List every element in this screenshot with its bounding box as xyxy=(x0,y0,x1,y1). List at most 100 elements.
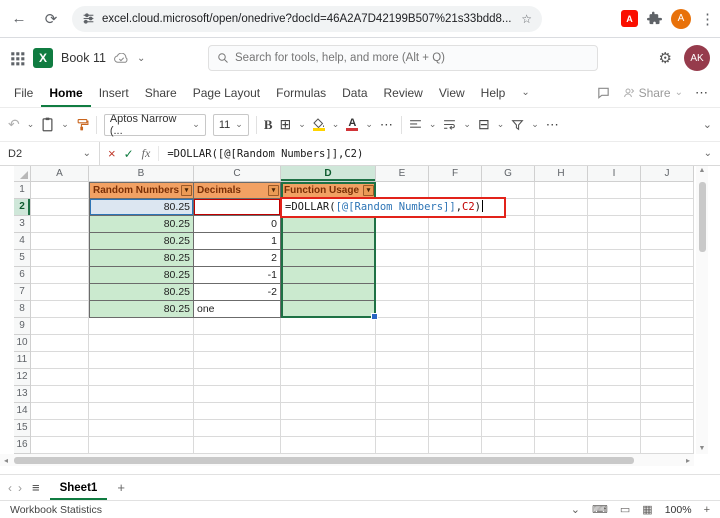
cell-A16[interactable] xyxy=(31,437,89,454)
cell-C9[interactable] xyxy=(194,318,281,335)
cell-D13[interactable] xyxy=(281,386,376,403)
app-launcher-waffle-icon[interactable] xyxy=(10,51,25,66)
cell-E16[interactable] xyxy=(376,437,429,454)
status-options-caret-icon[interactable]: ⌄ xyxy=(571,503,580,516)
scroll-right-icon[interactable]: ▸ xyxy=(686,456,690,465)
cell-A9[interactable] xyxy=(31,318,89,335)
cell-D5[interactable] xyxy=(281,250,376,267)
cell-F14[interactable] xyxy=(429,403,482,420)
horizontal-scroll-thumb[interactable] xyxy=(14,456,635,464)
cell-J10[interactable] xyxy=(641,335,694,352)
scroll-left-icon[interactable]: ◂ xyxy=(4,456,8,465)
wrap-caret-icon[interactable]: ⌄ xyxy=(463,119,471,130)
cell-J4[interactable] xyxy=(641,233,694,250)
cell-I5[interactable] xyxy=(588,250,641,267)
cell-B10[interactable] xyxy=(89,335,194,352)
fill-handle[interactable] xyxy=(371,313,378,320)
cell-C1[interactable]: Decimals ▾ xyxy=(194,182,281,199)
scroll-up-icon[interactable]: ▲ xyxy=(699,166,706,176)
row-header-14[interactable]: 14 xyxy=(14,403,31,420)
cell-J7[interactable] xyxy=(641,284,694,301)
select-all-corner[interactable] xyxy=(14,166,31,182)
cell-G15[interactable] xyxy=(482,420,535,437)
cell-G7[interactable] xyxy=(482,284,535,301)
cell-J12[interactable] xyxy=(641,369,694,386)
cell-C13[interactable] xyxy=(194,386,281,403)
menu-formulas[interactable]: Formulas xyxy=(268,78,334,107)
cell-A6[interactable] xyxy=(31,267,89,284)
cell-G3[interactable] xyxy=(482,216,535,233)
cell-B8[interactable]: 80.25 xyxy=(89,301,194,318)
menu-insert[interactable]: Insert xyxy=(91,78,137,107)
cell-F10[interactable] xyxy=(429,335,482,352)
cell-editor-D2[interactable]: =DOLLAR([@[Random Numbers]],C2) xyxy=(280,197,506,218)
browser-menu-icon[interactable]: ⋮ xyxy=(700,10,715,28)
cell-D10[interactable] xyxy=(281,335,376,352)
cell-I4[interactable] xyxy=(588,233,641,250)
zoom-in-icon[interactable]: + xyxy=(704,504,710,516)
cell-A11[interactable] xyxy=(31,352,89,369)
fill-color-bucket-icon[interactable] xyxy=(312,118,325,131)
cell-C14[interactable] xyxy=(194,403,281,420)
cell-F16[interactable] xyxy=(429,437,482,454)
cell-I10[interactable] xyxy=(588,335,641,352)
cell-F12[interactable] xyxy=(429,369,482,386)
add-sheet-icon[interactable]: + xyxy=(117,475,125,500)
col-header-E[interactable]: E xyxy=(376,166,429,182)
cell-E15[interactable] xyxy=(376,420,429,437)
cell-G10[interactable] xyxy=(482,335,535,352)
cell-F8[interactable] xyxy=(429,301,482,318)
cell-E11[interactable] xyxy=(376,352,429,369)
cell-D4[interactable] xyxy=(281,233,376,250)
search-box[interactable] xyxy=(208,45,598,71)
cell-C4[interactable]: 1 xyxy=(194,233,281,250)
menu-help[interactable]: Help xyxy=(473,78,514,107)
cancel-entry-icon[interactable]: × xyxy=(108,146,116,161)
sheet-view-icon[interactable]: ▦ xyxy=(642,503,652,516)
cell-C16[interactable] xyxy=(194,437,281,454)
menu-page-layout[interactable]: Page Layout xyxy=(185,78,268,107)
workbook-title[interactable]: Book 11 xyxy=(61,51,106,65)
account-avatar[interactable]: AK xyxy=(684,45,710,71)
cell-C15[interactable] xyxy=(194,420,281,437)
cell-I15[interactable] xyxy=(588,420,641,437)
font-group-more-icon[interactable]: ⋯ xyxy=(380,117,394,133)
cell-F9[interactable] xyxy=(429,318,482,335)
cell-D7[interactable] xyxy=(281,284,376,301)
cell-E14[interactable] xyxy=(376,403,429,420)
cell-D12[interactable] xyxy=(281,369,376,386)
ribbon-more-icon[interactable]: ⋯ xyxy=(546,117,560,133)
cell-B7[interactable]: 80.25 xyxy=(89,284,194,301)
scroll-down-icon[interactable]: ▼ xyxy=(699,444,706,454)
cell-G4[interactable] xyxy=(482,233,535,250)
zoom-level[interactable]: 100% xyxy=(665,504,692,516)
cell-C11[interactable] xyxy=(194,352,281,369)
cell-B12[interactable] xyxy=(89,369,194,386)
cell-H7[interactable] xyxy=(535,284,588,301)
cell-H5[interactable] xyxy=(535,250,588,267)
font-color-caret-icon[interactable]: ⌄ xyxy=(365,119,373,130)
row-header-1[interactable]: 1 xyxy=(14,182,31,199)
cell-I9[interactable] xyxy=(588,318,641,335)
wrap-text-icon[interactable] xyxy=(443,119,456,130)
col-header-A[interactable]: A xyxy=(31,166,89,182)
cell-B15[interactable] xyxy=(89,420,194,437)
cell-I11[interactable] xyxy=(588,352,641,369)
cell-G12[interactable] xyxy=(482,369,535,386)
settings-gear-icon[interactable]: ⚙ xyxy=(659,49,672,67)
cell-J9[interactable] xyxy=(641,318,694,335)
cell-E13[interactable] xyxy=(376,386,429,403)
cell-D15[interactable] xyxy=(281,420,376,437)
cell-J14[interactable] xyxy=(641,403,694,420)
col-header-B[interactable]: B xyxy=(89,166,194,182)
cell-A3[interactable] xyxy=(31,216,89,233)
cell-C8[interactable]: one xyxy=(194,301,281,318)
cell-A15[interactable] xyxy=(31,420,89,437)
vertical-scrollbar[interactable]: ▲ ▼ xyxy=(696,166,708,454)
cell-I12[interactable] xyxy=(588,369,641,386)
menu-data[interactable]: Data xyxy=(334,78,375,107)
row-header-2[interactable]: 2 xyxy=(14,199,31,216)
cell-H4[interactable] xyxy=(535,233,588,250)
cell-B14[interactable] xyxy=(89,403,194,420)
cell-A2[interactable] xyxy=(31,199,89,216)
